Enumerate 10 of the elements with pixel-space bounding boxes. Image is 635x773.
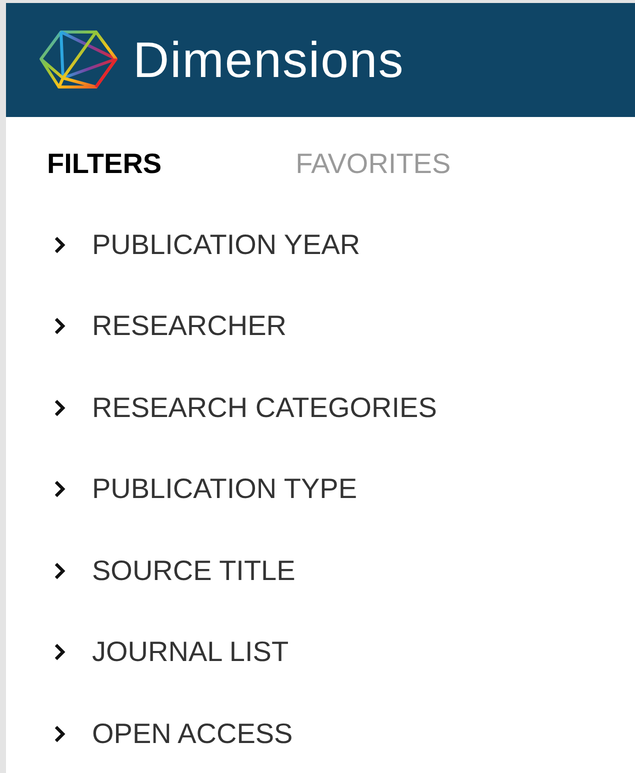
- logo-icon: [39, 30, 119, 90]
- filter-item[interactable]: PUBLICATION TYPE: [52, 448, 635, 530]
- app-title: Dimensions: [133, 35, 404, 85]
- filter-item[interactable]: JOURNAL LIST: [52, 612, 635, 693]
- filter-item[interactable]: PUBLICATION YEAR: [52, 204, 635, 286]
- filter-item[interactable]: RESEARCHER: [52, 286, 635, 367]
- filter-item[interactable]: OPEN ACCESS: [52, 693, 635, 773]
- filter-item[interactable]: SOURCE TITLE: [52, 530, 635, 612]
- tab[interactable]: FILTERS: [47, 150, 162, 178]
- filter-item[interactable]: RESEARCH CATEGORIES: [52, 367, 635, 448]
